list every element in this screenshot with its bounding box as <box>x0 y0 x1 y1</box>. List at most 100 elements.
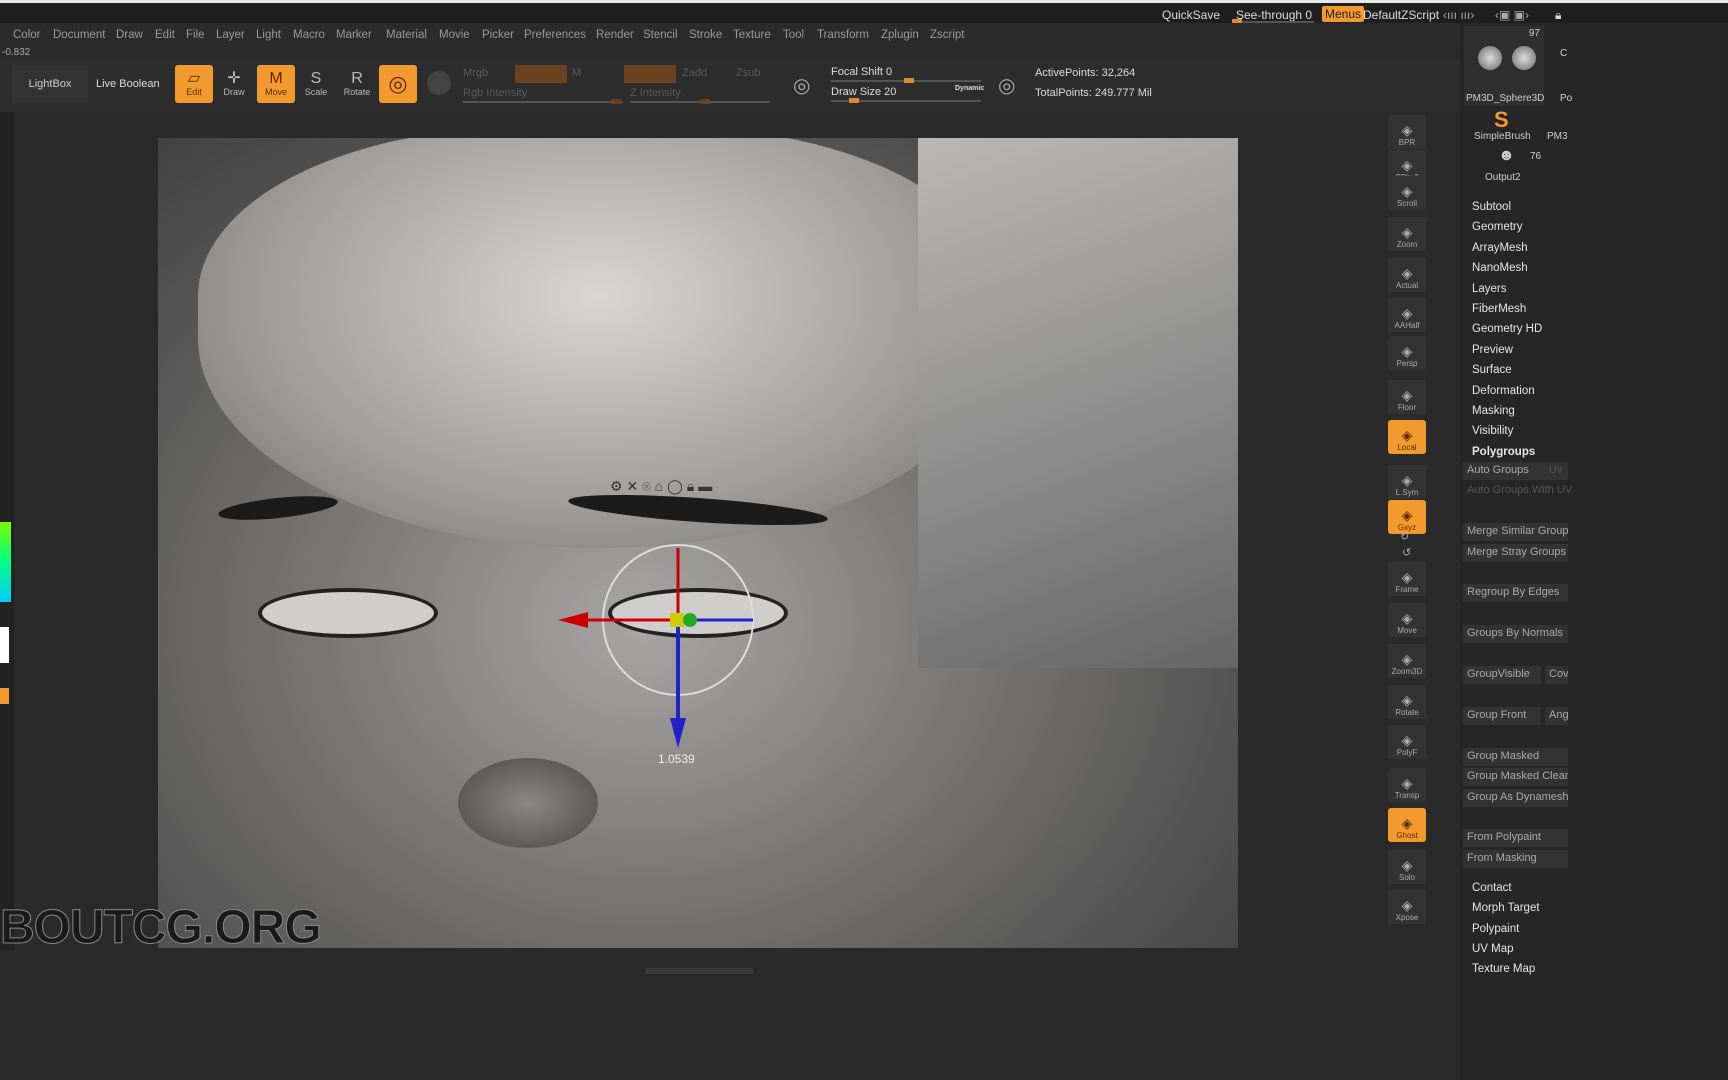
tool-pm3[interactable]: PM3 <box>1547 131 1568 142</box>
menu-movie[interactable]: Movie <box>439 29 470 41</box>
canvas-viewport[interactable]: 1.0539 ⚙✕⌾⌂◯🔒︎▬ <box>158 138 1238 948</box>
focal-shift-icon[interactable]: ◎ <box>793 73 810 98</box>
shelf-persp-button[interactable]: ◈ Persp <box>1388 336 1426 370</box>
shelf-local-button[interactable]: ◈ Local <box>1388 420 1426 454</box>
shelf-rotate-button[interactable]: ◈ Rotate <box>1388 685 1426 719</box>
menu-zplugin[interactable]: Zplugin <box>881 29 919 41</box>
rgb-button[interactable] <box>515 65 567 83</box>
shelf-polyf-button[interactable]: ◈ PolyF <box>1388 725 1426 759</box>
z-intensity-slider[interactable] <box>630 99 770 104</box>
uv-toggle[interactable]: Uv <box>1545 462 1568 480</box>
shelf-floor-button[interactable]: ◈ Floor <box>1388 380 1426 414</box>
color-picker[interactable] <box>0 522 11 602</box>
draw-size-slider[interactable] <box>831 98 981 103</box>
layout-icon[interactable]: ‹▣ ▣› <box>1495 8 1529 22</box>
button-from-masking[interactable]: From Masking <box>1463 850 1568 868</box>
shelf-bpr-button[interactable]: ◈ BPR <box>1388 115 1426 149</box>
tool-thumb-sphere[interactable]: 97 PM3D_Sphere3D <box>1464 26 1544 106</box>
menu-preferences[interactable]: Preferences <box>524 29 586 41</box>
menu-tool[interactable]: Tool <box>783 29 804 41</box>
edit-button[interactable]: ▱ Edit <box>175 65 213 103</box>
scale-button[interactable]: S Scale <box>297 65 335 103</box>
shelf-scroll-button[interactable]: ◈ Scroll <box>1388 176 1426 210</box>
menu-document[interactable]: Document <box>53 29 105 41</box>
live-boolean-button[interactable]: Live Boolean <box>96 78 160 90</box>
shelf-zoom3d-button[interactable]: ◈ Zoom3D <box>1388 644 1426 678</box>
mrgb-button[interactable]: Mrgb <box>463 67 488 79</box>
menu-material[interactable]: Material <box>386 29 427 41</box>
shelf-l-sym-button[interactable]: ◈ L.Sym <box>1388 465 1426 499</box>
button-merge-stray-groups[interactable]: Merge Stray Groups <box>1463 544 1568 562</box>
dynamic-size-icon[interactable]: ◎ <box>998 73 1015 98</box>
section-masking[interactable]: Masking <box>1472 405 1515 417</box>
gizmo-button[interactable]: ◎ <box>379 65 417 103</box>
shelf-aahalf-button[interactable]: ◈ AAHalf <box>1388 298 1426 332</box>
menu-layer[interactable]: Layer <box>216 29 245 41</box>
lightbox-button[interactable]: LightBox <box>12 65 88 103</box>
section-arraymesh[interactable]: ArrayMesh <box>1472 242 1528 254</box>
menus-toggle[interactable]: Menus <box>1322 6 1365 22</box>
gizmo-green-handle[interactable] <box>683 613 697 627</box>
rgb-intensity-slider[interactable] <box>463 99 623 104</box>
zsub-button[interactable]: Zsub <box>736 67 760 79</box>
button-groupvisible[interactable]: GroupVisible <box>1463 666 1541 684</box>
rotate-axis-icon[interactable]: ↺ <box>1402 546 1411 559</box>
shelf-zoom-button[interactable]: ◈ Zoom <box>1388 217 1426 251</box>
move-button[interactable]: M Move <box>257 65 295 103</box>
section-contact[interactable]: Contact <box>1472 882 1512 894</box>
gizmo-center[interactable] <box>670 613 684 627</box>
section-nanomesh[interactable]: NanoMesh <box>1472 262 1528 274</box>
section-texture-map[interactable]: Texture Map <box>1472 963 1535 975</box>
button-from-polypaint[interactable]: From Polypaint <box>1463 829 1568 847</box>
section-layers[interactable]: Layers <box>1472 283 1507 295</box>
section-subtool[interactable]: Subtool <box>1472 201 1511 213</box>
section-polygroups[interactable]: Polygroups <box>1472 446 1535 458</box>
bottom-tray-handle[interactable] <box>645 968 753 974</box>
menu-draw[interactable]: Draw <box>116 29 143 41</box>
shelf-ghost-button[interactable]: ◈ Ghost <box>1388 808 1426 842</box>
section-fibermesh[interactable]: FiberMesh <box>1472 303 1526 315</box>
menu-render[interactable]: Render <box>596 29 634 41</box>
shelf-move-button[interactable]: ◈ Move <box>1388 603 1426 637</box>
section-morph-target[interactable]: Morph Target <box>1472 902 1540 914</box>
section-deformation[interactable]: Deformation <box>1472 385 1535 397</box>
shelf-actual-button[interactable]: ◈ Actual <box>1388 258 1426 292</box>
zadd-button[interactable]: Zadd <box>682 67 707 79</box>
rotate-axis-icon[interactable]: ↻ <box>1400 530 1409 543</box>
button-merge-similar-groups[interactable]: Merge Similar Groups <box>1463 523 1568 541</box>
shelf-transp-button[interactable]: ◈ Transp <box>1388 768 1426 802</box>
zscript-label[interactable]: DefaultZScript <box>1363 8 1439 22</box>
lock-icon[interactable]: 🔒︎ <box>1555 8 1561 23</box>
menu-file[interactable]: File <box>186 29 205 41</box>
menu-transform[interactable]: Transform <box>817 29 869 41</box>
button-group-front[interactable]: Group Front <box>1463 707 1541 725</box>
section-geometry-hd[interactable]: Geometry HD <box>1472 323 1542 335</box>
menu-marker[interactable]: Marker <box>336 29 372 41</box>
material-sphere-icon[interactable] <box>427 71 451 95</box>
button-groups-by-normals[interactable]: Groups By Normals <box>1463 625 1568 643</box>
section-visibility[interactable]: Visibility <box>1472 425 1513 437</box>
arrows-icon[interactable]: ‹ııı ııı› <box>1443 8 1474 22</box>
gizmo-x-arrow[interactable] <box>558 612 588 628</box>
menu-stencil[interactable]: Stencil <box>643 29 678 41</box>
tool-output[interactable]: Output2 <box>1485 172 1521 183</box>
m-button[interactable]: M <box>572 67 581 79</box>
secondary-color-swatch[interactable] <box>0 688 9 704</box>
shelf-gxyz-button[interactable]: ◈ Gxyz <box>1388 500 1426 534</box>
tool-simplebrush[interactable]: SimpleBrush <box>1474 131 1531 142</box>
angle-slider[interactable]: Ang <box>1545 707 1568 725</box>
button-auto-groups-with-uv[interactable]: Auto Groups With UV <box>1463 482 1583 500</box>
shelf-frame-button[interactable]: ◈ Frame <box>1388 562 1426 596</box>
focal-shift-slider[interactable] <box>831 78 981 83</box>
menu-macro[interactable]: Macro <box>293 29 325 41</box>
gizmo-down-arrow[interactable] <box>670 718 686 748</box>
shelf-xpose-button[interactable]: ◈ Xpose <box>1388 890 1426 924</box>
gizmo-toolbar-icons[interactable]: ⚙✕⌾⌂◯🔒︎▬ <box>610 478 716 495</box>
main-color-swatch[interactable] <box>0 627 9 663</box>
menu-stroke[interactable]: Stroke <box>689 29 722 41</box>
button-group-masked-clear[interactable]: Group Masked Clear <box>1463 768 1568 786</box>
button-group-as-dynamesh[interactable]: Group As Dynamesh <box>1463 789 1568 807</box>
button-regroup-by-edges[interactable]: Regroup By Edges <box>1463 584 1568 602</box>
coverage-slider[interactable]: Cov <box>1545 666 1568 684</box>
menu-edit[interactable]: Edit <box>155 29 175 41</box>
